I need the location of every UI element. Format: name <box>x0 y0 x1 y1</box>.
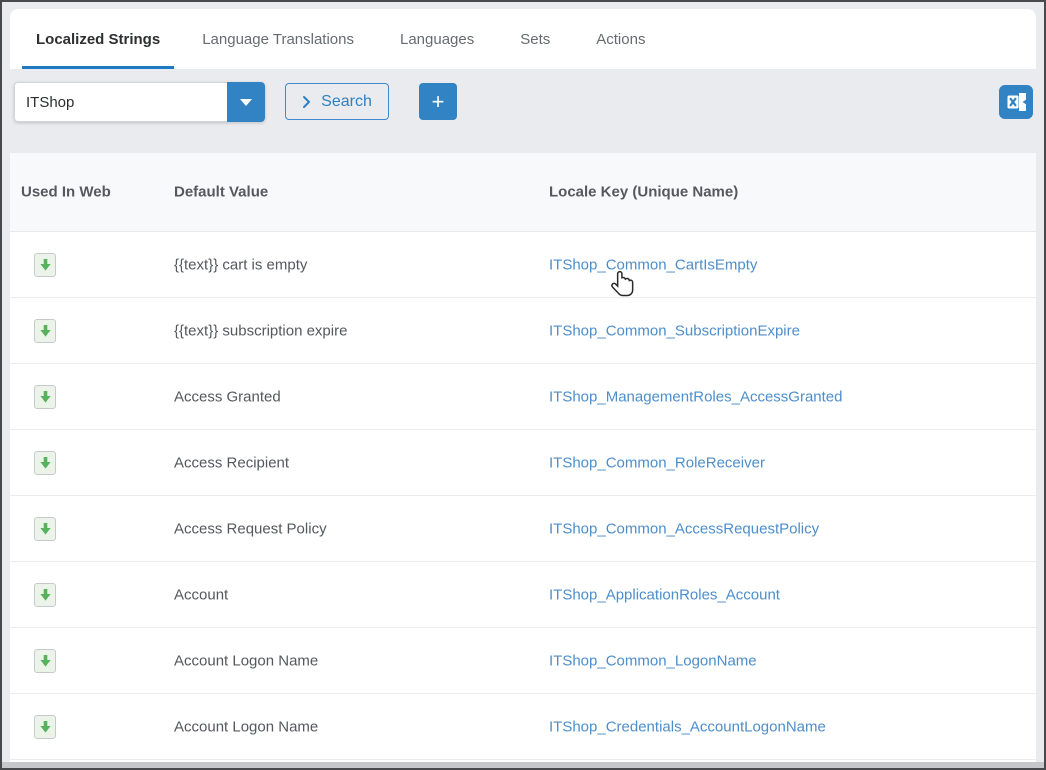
column-header-default-value: Default Value <box>174 184 268 201</box>
download-icon <box>39 324 52 338</box>
table-select-value[interactable]: ITShop <box>14 82 227 122</box>
locale-key-link[interactable]: ITShop_Common_RoleReceiver <box>549 454 765 471</box>
tab-label: Language Translations <box>202 31 354 48</box>
tab-label: Actions <box>596 31 645 48</box>
download-button[interactable] <box>34 451 56 475</box>
table-body: {{text}} cart is empty ITShop_Common_Car… <box>10 232 1036 760</box>
localized-strings-table: Used In Web Default Value Locale Key (Un… <box>10 153 1036 762</box>
locale-key-link[interactable]: ITShop_Common_SubscriptionExpire <box>549 322 800 339</box>
download-button[interactable] <box>34 385 56 409</box>
download-button[interactable] <box>34 715 56 739</box>
locale-key-link[interactable]: ITShop_Common_AccessRequestPolicy <box>549 520 819 537</box>
download-button[interactable] <box>34 253 56 277</box>
add-string-button[interactable]: + <box>419 83 457 120</box>
localization-editor-window: Localized Strings Language Translations … <box>0 0 1046 770</box>
download-icon <box>39 654 52 668</box>
table-row: Access Granted ITShop_ManagementRoles_Ac… <box>10 364 1036 430</box>
table-row: Access Request Policy ITShop_Common_Acce… <box>10 496 1036 562</box>
tab-language-translations[interactable]: Language Translations <box>184 9 372 69</box>
download-icon <box>39 522 52 536</box>
download-button[interactable] <box>34 583 56 607</box>
excel-export-icon <box>1006 92 1027 112</box>
default-value-cell: Account <box>174 586 228 603</box>
default-value-cell: Access Granted <box>174 388 281 405</box>
chevron-right-icon <box>302 95 311 109</box>
default-value-cell: Account Logon Name <box>174 718 318 735</box>
locale-key-link[interactable]: ITShop_Common_CartIsEmpty <box>549 256 757 273</box>
download-icon <box>39 390 52 404</box>
caret-down-icon <box>240 99 252 106</box>
locale-key-link[interactable]: ITShop_ManagementRoles_AccessGranted <box>549 388 843 405</box>
download-icon <box>39 258 52 272</box>
column-header-used-in-web: Used In Web <box>21 184 111 201</box>
tab-actions[interactable]: Actions <box>578 9 663 69</box>
default-value-cell: {{text}} subscription expire <box>174 322 347 339</box>
locale-key-link[interactable]: ITShop_ApplicationRoles_Account <box>549 586 780 603</box>
tab-label: Sets <box>520 31 550 48</box>
table-row: {{text}} subscription expire ITShop_Comm… <box>10 298 1036 364</box>
dropdown-toggle-button[interactable] <box>227 82 265 122</box>
export-excel-button[interactable] <box>999 85 1033 119</box>
table-header-row: Used In Web Default Value Locale Key (Un… <box>10 153 1036 232</box>
default-value-cell: Account Logon Name <box>174 652 318 669</box>
download-icon <box>39 588 52 602</box>
search-button[interactable]: Search <box>285 83 389 120</box>
table-row: Account Logon Name ITShop_Credentials_Ac… <box>10 694 1036 760</box>
tab-languages[interactable]: Languages <box>382 9 492 69</box>
download-button[interactable] <box>34 649 56 673</box>
download-icon <box>39 456 52 470</box>
plus-icon: + <box>432 91 445 113</box>
locale-key-link[interactable]: ITShop_Common_LogonName <box>549 652 757 669</box>
locale-key-link[interactable]: ITShop_Credentials_AccountLogonName <box>549 718 826 735</box>
tab-localized-strings[interactable]: Localized Strings <box>22 9 174 69</box>
table-select-dropdown[interactable]: ITShop <box>14 82 265 122</box>
tab-label: Localized Strings <box>36 31 160 48</box>
download-button[interactable] <box>34 517 56 541</box>
tab-bar: Localized Strings Language Translations … <box>10 9 1036 69</box>
default-value-cell: {{text}} cart is empty <box>174 256 307 273</box>
tab-label: Languages <box>400 31 474 48</box>
search-button-label: Search <box>321 93 372 111</box>
horizontal-scrollbar[interactable] <box>2 762 1044 768</box>
table-row: Account Logon Name ITShop_Common_LogonNa… <box>10 628 1036 694</box>
download-button[interactable] <box>34 319 56 343</box>
table-row: Access Recipient ITShop_Common_RoleRecei… <box>10 430 1036 496</box>
download-icon <box>39 720 52 734</box>
table-row: {{text}} cart is empty ITShop_Common_Car… <box>10 232 1036 298</box>
column-header-locale-key: Locale Key (Unique Name) <box>549 184 738 201</box>
default-value-cell: Access Request Policy <box>174 520 327 537</box>
default-value-cell: Access Recipient <box>174 454 289 471</box>
tab-sets[interactable]: Sets <box>502 9 568 69</box>
table-row: Account ITShop_ApplicationRoles_Account <box>10 562 1036 628</box>
